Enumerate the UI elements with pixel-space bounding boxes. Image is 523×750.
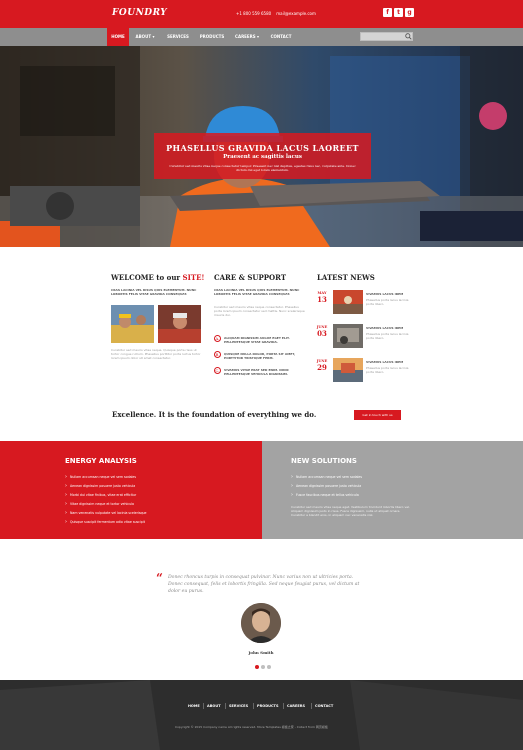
footer-nav-services[interactable]: SERVICES <box>229 704 248 708</box>
news-item-title[interactable]: VIVAMUS LACUS IDEM <box>366 292 403 296</box>
footer-divider <box>203 703 204 709</box>
contact-us-button[interactable]: Get in touch with us <box>354 410 401 420</box>
energy-item[interactable]: Aenean dignissim posuere justo vehicula <box>65 483 135 489</box>
tagline: Excellence. It is the foundation of ever… <box>112 410 317 419</box>
care-item-marker: C. <box>214 367 221 374</box>
news-item-title[interactable]: VIVAMUS LACUS IDEM <box>366 360 403 364</box>
nav-item-services[interactable]: SERVICES <box>163 28 193 46</box>
welcome-text: Curabitur sed mauris vitae neque. Quisqu… <box>111 348 201 360</box>
news-date: JUNE 29 <box>315 359 329 372</box>
news-date: MAY 13 <box>315 291 329 304</box>
energy-item[interactable]: Nullam accumsan neque vel sem sodales <box>65 474 136 480</box>
quote-icon: “ <box>156 571 163 585</box>
hero-title: PHASELLUS GRAVIDA LACUS LAOREET <box>166 143 359 153</box>
copyright: Copyright © 2015 Company name All rights… <box>175 725 328 729</box>
news-thumb[interactable] <box>333 324 363 348</box>
care-item-marker: B. <box>214 351 221 358</box>
slider-dot[interactable] <box>267 665 271 669</box>
footer-nav-products[interactable]: PRODUCTS <box>257 704 278 708</box>
news-day: 29 <box>317 363 327 372</box>
solutions-item[interactable]: Aenean dignissim posuere justo vehicula <box>291 483 361 489</box>
welcome-image-2 <box>158 305 201 343</box>
nav-item-contact[interactable]: CONTACT <box>266 28 296 46</box>
footer-nav-contact[interactable]: CONTACT <box>315 704 333 708</box>
solutions-panel <box>262 441 523 539</box>
news-title: LATEST NEWS <box>317 273 375 282</box>
footer-nav-home[interactable]: HOME <box>188 704 200 708</box>
google-plus-icon[interactable]: g <box>405 8 414 17</box>
energy-item[interactable]: Vitae dignissim neque et tortor vehicula <box>65 501 134 507</box>
search-icon[interactable] <box>405 33 412 40</box>
footer-nav-careers[interactable]: CAREERS <box>287 704 305 708</box>
energy-item[interactable]: Quisque suscipit fermentum odio vitae su… <box>65 519 145 525</box>
slider-dot[interactable] <box>261 665 265 669</box>
energy-title: ENERGY ANALYSIS <box>65 457 137 465</box>
solutions-text: Curabitur sed mauris vitae neque eget. V… <box>291 505 410 517</box>
hero-text: Curabitur sed mauris vitae neque consect… <box>169 164 356 172</box>
footer-divider <box>253 703 254 709</box>
welcome-title-accent: SITE! <box>182 273 205 282</box>
care-caption: CRAS LACINIA VEL RISUS QUIS ELEMENTUM. N… <box>214 288 300 296</box>
news-thumb[interactable] <box>333 358 363 382</box>
solutions-title: NEW SOLUTIONS <box>291 457 357 465</box>
footer-divider <box>225 703 226 709</box>
logo[interactable]: FOUNDRY <box>112 8 167 18</box>
footer-nav-about[interactable]: ABOUT <box>207 704 221 708</box>
testimonial-quote: Donec rhoncus turpis in consequat pulvin… <box>168 575 360 594</box>
solutions-item[interactable]: Nullam accumsan neque vel sem sodales <box>291 474 362 480</box>
phone-number: +1 800 559 6580 <box>236 11 272 16</box>
welcome-title: WELCOME to our SITE! <box>111 273 205 282</box>
contact-info: +1 800 559 6580 mail@example.com <box>236 11 316 16</box>
news-item-text: Phasellus porta lacus lacinia porta libe… <box>366 332 409 340</box>
nav-item-about[interactable]: ABOUT ▾ <box>131 28 159 46</box>
news-thumb[interactable] <box>333 290 363 314</box>
news-day: 03 <box>317 329 327 338</box>
footer-divider <box>311 703 312 709</box>
care-item-marker: A. <box>214 335 221 342</box>
care-item-text: VIVAMUS VITAE ERAT SED ENIM. NUNC PELLEN… <box>224 368 289 376</box>
news-day: 13 <box>317 295 327 304</box>
facebook-icon[interactable]: f <box>383 8 392 17</box>
hero-caption: PHASELLUS GRAVIDA LACUS LAOREET Praesent… <box>154 133 371 179</box>
footer-divider <box>283 703 284 709</box>
solutions-item[interactable]: Fusce faucibus neque et tellus vehicula <box>291 492 359 498</box>
news-item-text: Phasellus porta lacus lacinia porta libe… <box>366 298 409 306</box>
energy-item[interactable]: Nam venenatis vulputate vel lacinia scel… <box>65 510 147 516</box>
care-item-text: ALIQUAM DIGNISSIM AUGUE EGET ELIT. PELLE… <box>224 336 290 344</box>
slider-dot-active[interactable] <box>255 665 259 669</box>
nav-item-products[interactable]: PRODUCTS <box>196 28 228 46</box>
avatar <box>241 603 281 643</box>
news-date: JUNE 03 <box>315 325 329 338</box>
nav-item-home[interactable]: HOME <box>107 28 129 46</box>
welcome-caption: CRAS LACINIA VEL RISUS QUIS ELEMENTUM. N… <box>111 288 197 296</box>
twitter-icon[interactable]: t <box>394 8 403 17</box>
hero-subtitle: Praesent ac sagittis lacus <box>223 154 302 160</box>
care-item-text: QUISQUE NULLA DOLOR, PORTA SIT AMET, POR… <box>224 352 296 360</box>
care-text: Curabitur sed mauris vitae neque consect… <box>214 305 305 317</box>
care-title: CARE & SUPPORT <box>214 273 287 282</box>
news-item-title[interactable]: VIVAMUS LACUS IDEM <box>366 326 403 330</box>
welcome-title-prefix: WELCOME to our <box>111 273 181 282</box>
energy-item[interactable]: Morbi dui vitae finibus, vitae erat effi… <box>65 492 136 498</box>
nav-item-careers[interactable]: CAREERS ▾ <box>232 28 262 46</box>
welcome-image-1 <box>111 305 154 343</box>
testimonial-author: John Smith <box>248 650 274 655</box>
email-link[interactable]: mail@example.com <box>276 11 316 16</box>
news-item-text: Phasellus porta lacus lacinia porta libe… <box>366 366 409 374</box>
footer <box>0 680 523 750</box>
